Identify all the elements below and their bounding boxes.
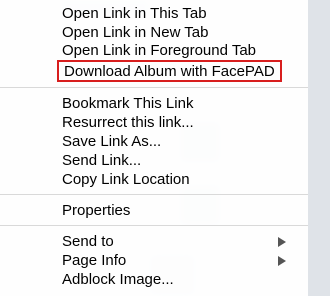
menu-item-label: Send to	[62, 233, 114, 250]
context-menu: Open Link in This Tab Open Link in New T…	[0, 0, 308, 296]
menu-item-open-link-foreground-tab[interactable]: Open Link in Foreground Tab	[0, 42, 308, 60]
menu-item-open-link-new-tab[interactable]: Open Link in New Tab	[0, 23, 308, 42]
menu-separator	[0, 87, 308, 88]
menu-separator	[0, 225, 308, 226]
menu-item-save-link-as[interactable]: Save Link As...	[0, 132, 308, 151]
menu-separator	[0, 194, 308, 195]
menu-item-open-link-this-tab[interactable]: Open Link in This Tab	[0, 4, 308, 23]
menu-item-copy-link-location[interactable]: Copy Link Location	[0, 170, 308, 189]
menu-item-bookmark-link[interactable]: Bookmark This Link	[0, 94, 308, 113]
menu-item-label: Adblock Image...	[62, 271, 174, 288]
menu-item-download-album-facepad[interactable]: Download Album with FacePAD	[57, 60, 282, 82]
menu-item-adblock-image[interactable]: Adblock Image...	[0, 270, 308, 289]
menu-item-resurrect-link[interactable]: Resurrect this link...	[0, 113, 308, 132]
menu-item-properties[interactable]: Properties	[0, 201, 308, 220]
menu-item-label: Page Info	[62, 252, 127, 269]
submenu-arrow-icon	[278, 237, 286, 247]
menu-item-send-link[interactable]: Send Link...	[0, 151, 308, 170]
menu-item-send-to[interactable]: Send to	[0, 232, 308, 251]
menu-item-page-info[interactable]: Page Info	[0, 251, 308, 270]
submenu-arrow-icon	[278, 256, 286, 266]
